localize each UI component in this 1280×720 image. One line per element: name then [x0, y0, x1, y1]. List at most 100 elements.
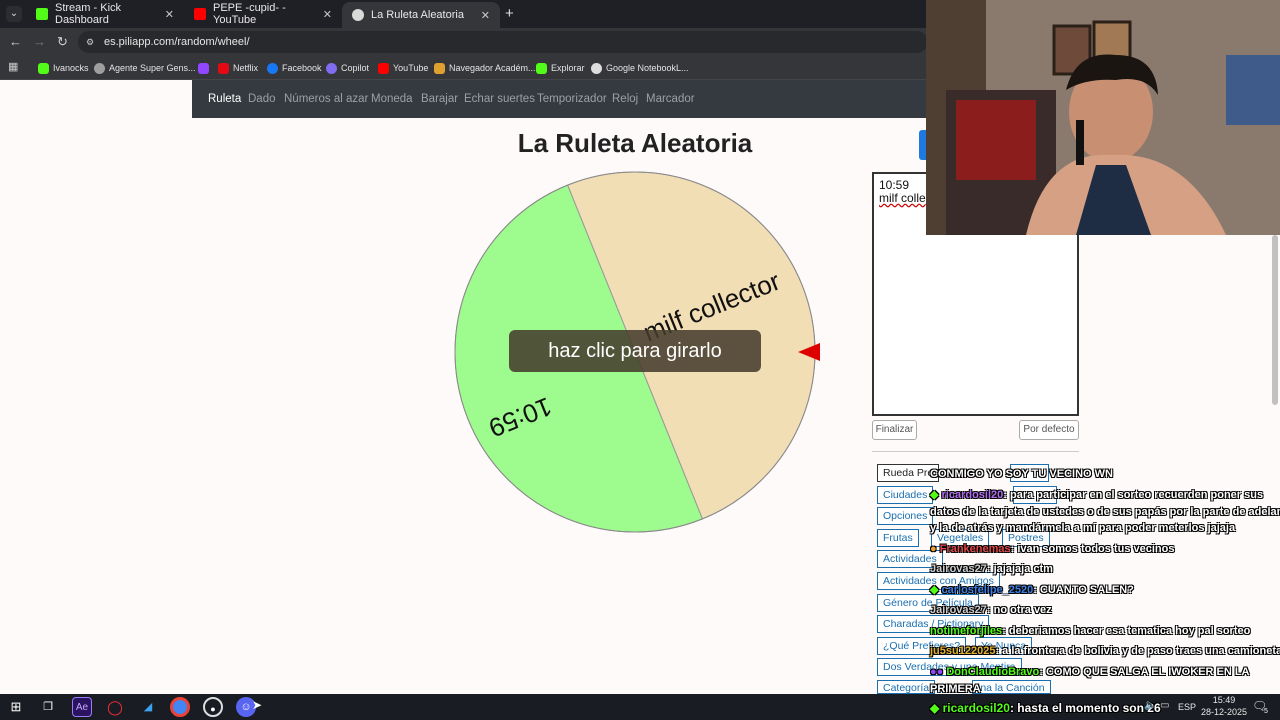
- close-icon[interactable]: ✕: [481, 9, 490, 22]
- chat-message: y la de atrás y mandármela a mí para pod…: [930, 522, 1236, 534]
- chat-badge-icon: ●: [930, 543, 940, 555]
- network-icon[interactable]: ▭: [1160, 700, 1169, 711]
- chat-message: Jairovas27: no otra vez: [930, 604, 1052, 616]
- copilot-icon: [326, 62, 337, 74]
- netflix-icon: [218, 62, 229, 74]
- notification-count: 5: [1264, 708, 1268, 715]
- obs-icon[interactable]: ●: [203, 697, 223, 717]
- webcam-overlay: [926, 0, 1280, 235]
- divider: [872, 451, 1079, 452]
- chat-username: ju5su122025: [930, 645, 996, 657]
- bookmark-facebook[interactable]: Facebook: [267, 56, 322, 80]
- taskbar-chat-message: ◆ ricardosil20: hasta el momento son 26: [930, 701, 1161, 715]
- nav-echar-suertes[interactable]: Echar suertes: [464, 80, 535, 118]
- chat-badge-icon: ◆: [930, 701, 943, 715]
- bookmark-notebooklm[interactable]: Google NotebookL...: [591, 56, 689, 80]
- reload-icon[interactable]: ↻: [57, 34, 68, 50]
- chat-username: Jairovas27: [930, 604, 987, 616]
- tab-kick-dashboard[interactable]: Stream - Kick Dashboard ✕: [26, 0, 184, 28]
- preset-ciudades[interactable]: Ciudades: [877, 486, 934, 504]
- chrome-icon[interactable]: [170, 697, 190, 717]
- chat-badge-icon: ●●: [930, 666, 947, 678]
- site-info-icon[interactable]: ⚙: [86, 37, 94, 48]
- task-view-icon[interactable]: ❐: [38, 697, 58, 717]
- nav-dado[interactable]: Dado: [248, 80, 276, 118]
- clock-time[interactable]: 15:49: [1205, 695, 1243, 705]
- page-scrollbar[interactable]: [1272, 235, 1278, 405]
- tab-label: La Ruleta Aleatoria: [371, 9, 464, 21]
- new-tab-button[interactable]: +: [505, 5, 514, 22]
- clock-date[interactable]: 28-12-2025: [1199, 707, 1249, 717]
- nav-reloj[interactable]: Reloj: [612, 80, 638, 118]
- bookmark-ivanocks[interactable]: Ivanocks: [38, 56, 89, 80]
- facebook-icon: [267, 62, 278, 74]
- nav-numeros[interactable]: Números al azar: [284, 80, 368, 118]
- opera-gx-icon[interactable]: ◯: [105, 697, 125, 717]
- preset-opciones[interactable]: Opciones: [877, 507, 934, 525]
- kick-icon: [36, 8, 48, 20]
- nav-ruleta[interactable]: Ruleta: [208, 80, 241, 118]
- chat-username: carlosfelipe_2520: [941, 584, 1034, 596]
- tab-label: Stream - Kick Dashboard: [55, 2, 122, 26]
- webcam-feed: [926, 0, 1280, 235]
- bookmark-navegador[interactable]: Navegador Académ...: [434, 56, 536, 80]
- bookmark-twitch[interactable]: [198, 56, 213, 80]
- academic-icon: [434, 62, 445, 74]
- youtube-icon: [194, 8, 206, 20]
- chat-message: ◆ ricardosil20: para participar en el so…: [930, 489, 1264, 501]
- default-button[interactable]: Por defecto: [1019, 420, 1079, 440]
- volume-icon[interactable]: 🔈: [1144, 700, 1156, 711]
- page-title: La Ruleta Aleatoria: [517, 128, 753, 158]
- chat-message: ju5su122025: a la frontera de bolivia y …: [930, 645, 1280, 657]
- kick-icon: [38, 62, 49, 74]
- notebook-icon: [591, 62, 602, 74]
- chat-username: notimeforjiles: [930, 625, 1003, 637]
- preset-categoria[interactable]: Categoría: [877, 680, 936, 694]
- youtube-icon: [378, 62, 389, 74]
- apps-grid-icon[interactable]: ▦: [8, 60, 18, 73]
- chat-message: ●● DonClaudioBravo: COMO QUE SALGA EL IW…: [930, 666, 1250, 678]
- mouse-cursor-icon: ➤: [252, 698, 263, 712]
- tab-label: PEPE -cupid- - YouTube: [213, 2, 286, 26]
- preset-frutas[interactable]: Frutas: [877, 529, 919, 547]
- chat-badge-icon: ◆: [930, 584, 942, 596]
- chat-username: DonClaudioBravo: [946, 666, 1040, 678]
- chat-message: Jairovas27: jajajaja ctm: [930, 563, 1053, 575]
- tab-ruleta[interactable]: La Ruleta Aleatoria ✕: [342, 2, 500, 28]
- bookmark-youtube[interactable]: YouTube: [378, 56, 428, 80]
- vscode-icon[interactable]: ◢: [138, 697, 158, 717]
- nav-moneda[interactable]: Moneda: [371, 80, 413, 118]
- fullscreen-button[interactable]: [919, 130, 926, 160]
- language-indicator[interactable]: ESP: [1178, 702, 1196, 712]
- piliapp-icon: [352, 9, 364, 21]
- bookmark-explorar[interactable]: Explorar: [536, 56, 585, 80]
- nav-barajar[interactable]: Barajar: [421, 80, 458, 118]
- bookmark-agente[interactable]: Agente Super Gens...: [94, 56, 196, 80]
- nav-marcador[interactable]: Marcador: [646, 80, 695, 118]
- windows-start-icon[interactable]: ⊞: [6, 697, 26, 717]
- chat-message: ◆ carlosfelipe_2520: CUANTO SALEN?: [930, 584, 1134, 596]
- after-effects-icon[interactable]: Ae: [72, 697, 92, 717]
- url-field[interactable]: es.piliapp.com/random/wheel/: [78, 31, 928, 53]
- close-icon[interactable]: ✕: [323, 8, 332, 21]
- chat-message: CONMIGO YO SOY TU VECINO WN: [930, 468, 1113, 480]
- nav-temporizador[interactable]: Temporizador: [537, 80, 607, 118]
- tab-list-chevron-icon[interactable]: ⌄: [6, 6, 22, 22]
- bookmark-copilot[interactable]: Copilot: [326, 56, 369, 80]
- chat-username: Jairovas27: [930, 563, 987, 575]
- chat-username: ricardosil20: [942, 701, 1010, 715]
- chat-username: ricardosil20: [941, 489, 1004, 501]
- preset-adivina-cancion[interactable]: ina la Canción: [972, 680, 1051, 694]
- finish-button[interactable]: Finalizar: [872, 420, 917, 440]
- agent-icon: [94, 62, 105, 74]
- tab-youtube[interactable]: PEPE -cupid- - YouTube ✕: [184, 0, 342, 28]
- spin-button[interactable]: haz clic para girarlo: [509, 330, 761, 372]
- chat-username: Frankenemas: [939, 543, 1011, 555]
- close-icon[interactable]: ✕: [165, 8, 174, 21]
- forward-icon[interactable]: →: [33, 34, 46, 49]
- chat-message: notimeforjiles: deberiamos hacer esa tem…: [930, 625, 1251, 637]
- twitch-icon: [198, 62, 209, 74]
- bookmark-netflix[interactable]: Netflix: [218, 56, 258, 80]
- kick-icon: [536, 62, 547, 74]
- back-icon[interactable]: ←: [9, 34, 22, 49]
